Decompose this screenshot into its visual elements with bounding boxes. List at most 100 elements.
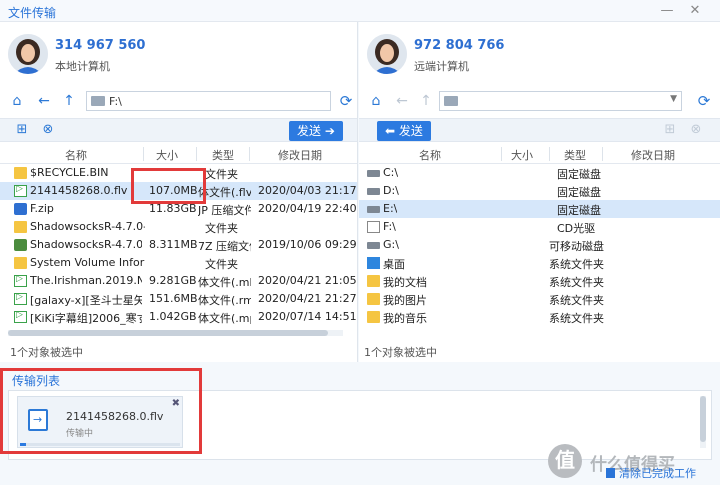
file-row-selected[interactable]: 2141458268.0.flv 107.0MB 体文件(.flv 2020/0… [0,182,357,200]
transfer-progress-bar [20,443,180,446]
file-row[interactable]: The.Irishman.2019.Net 9.281GB 体文件(.mk 20… [0,272,357,290]
back-arrow-icon[interactable]: ← [35,92,53,110]
local-file-list: $RECYCLE.BIN 文件夹 2141458268.0.flv 107.0M… [0,164,357,328]
col-date[interactable]: 修改日期 [631,147,675,163]
drive-row[interactable]: G:\ 可移动磁盘 [359,236,720,254]
scrollbar-thumb[interactable] [8,330,328,336]
folder-icon [367,275,380,287]
archive-icon [14,239,27,251]
drive-icon [367,188,380,195]
folder-icon [367,293,380,305]
col-size[interactable]: 大小 [511,147,533,163]
drive-icon [367,170,380,177]
zip-file-icon [14,203,27,215]
avatar [8,34,48,74]
delete-icon[interactable]: ⊗ [40,122,56,138]
col-type[interactable]: 类型 [212,147,234,163]
video-file-icon [14,185,27,197]
folder-icon [14,257,27,269]
file-row[interactable]: System Volume Inform 文件夹 [0,254,357,272]
video-file-icon [14,275,27,287]
folder-row[interactable]: 我的音乐 系统文件夹 [359,308,720,326]
clear-completed-label: 清除已完成工作 [619,467,696,480]
remote-file-list: C:\ 固定磁盘 D:\ 固定磁盘 E:\ 固定磁盘 F:\ CD光驱 G:\ … [359,164,720,328]
remote-path-select[interactable]: ▼ [439,91,682,111]
video-file-icon [14,311,27,323]
transfer-file-name: 2141458268.0.flv [66,410,164,423]
local-horizontal-scrollbar[interactable] [8,330,343,336]
home-icon[interactable]: ⌂ [8,92,26,110]
local-path-text: F:\ [109,95,122,108]
col-date[interactable]: 修改日期 [278,147,322,163]
send-back-button[interactable]: ⬅ 发送 [377,121,431,141]
file-row[interactable]: $RECYCLE.BIN 文件夹 [0,164,357,182]
col-type[interactable]: 类型 [564,147,586,163]
remote-column-header: 名称 大小 类型 修改日期 [359,144,720,164]
send-label: 发送 [297,124,322,138]
local-column-header: 名称 大小 类型 修改日期 [0,144,357,164]
file-row[interactable]: F.zip 11.83GB JP 压缩文件 2020/04/19 22:40 [0,200,357,218]
refresh-icon[interactable]: ⟳ [695,92,713,110]
avatar [367,34,407,74]
scrollbar-thumb[interactable] [700,396,706,442]
up-arrow-icon[interactable]: ↑ [417,92,435,110]
local-label: 本地计算机 [55,60,110,73]
remote-label: 远端计算机 [414,60,469,73]
back-arrow-icon[interactable]: ← [393,92,411,110]
local-toolbar: ⊞ ⊗ 发送 ➔ [0,118,357,142]
folder-icon [14,167,27,179]
remote-id: 972 804 766 [414,38,505,53]
close-icon[interactable]: ✖ [172,398,180,409]
minimize-button[interactable]: — [656,2,678,20]
drive-row[interactable]: F:\ CD光驱 [359,218,720,236]
folder-row[interactable]: 我的文档 系统文件夹 [359,272,720,290]
chevron-down-icon: ▼ [670,94,677,104]
transfer-vertical-scrollbar[interactable] [700,396,706,448]
folder-icon [91,96,105,106]
trash-icon [606,468,615,478]
close-button[interactable]: ✕ [684,2,706,20]
progress-fill [20,443,27,446]
removable-drive-icon [367,242,380,249]
transfer-file-icon [28,409,48,431]
home-icon[interactable]: ⌂ [367,92,385,110]
send-button[interactable]: 发送 ➔ [289,121,343,141]
col-name[interactable]: 名称 [65,147,87,163]
clear-completed-button[interactable]: 清除已完成工作 [606,465,696,481]
folder-icon [444,96,458,106]
local-pane: 314 967 560 本地计算机 ⌂ ← ↑ F:\ ⟳ ⊞ ⊗ 发送 ➔ 名… [0,22,358,362]
col-name[interactable]: 名称 [419,147,441,163]
remote-pane: 972 804 766 远端计算机 ⌂ ← ↑ ▼ ⟳ ⬅ 发送 ⊞ ⊗ 名称 … [359,22,720,362]
file-row[interactable]: [galaxy-x][圣斗士星矢第 151.6MB 体文件(.rm 2020/0… [0,290,357,308]
local-path-input[interactable]: F:\ [86,91,331,111]
new-folder-icon[interactable]: ⊞ [14,122,30,138]
file-row[interactable]: [KiKi字幕组]2006_寒ずの 1.042GB 体文件(.mp 2020/0… [0,308,357,326]
delete-icon[interactable]: ⊗ [688,122,704,138]
drive-icon [367,206,380,213]
new-folder-icon[interactable]: ⊞ [662,122,678,138]
drive-row[interactable]: D:\ 固定磁盘 [359,182,720,200]
drive-row-selected[interactable]: E:\ 固定磁盘 [359,200,720,218]
folder-icon [14,221,27,233]
file-row[interactable]: ShadowsocksR-4.7.0-w 8.311MB 7Z 压缩文件 201… [0,236,357,254]
remote-toolbar: ⬅ 发送 ⊞ ⊗ [359,118,720,142]
folder-icon [367,311,380,323]
folder-row[interactable]: 桌面 系统文件夹 [359,254,720,272]
cd-drive-icon [367,221,380,233]
folder-row[interactable]: 我的图片 系统文件夹 [359,290,720,308]
transfer-state: 传输中 [66,429,94,439]
send-label: 发送 [398,124,423,138]
title-bar: 文件传输 — ✕ [0,0,720,22]
col-size[interactable]: 大小 [156,147,178,163]
remote-nav-bar: ⌂ ← ↑ ▼ ⟳ [359,88,720,114]
desktop-icon [367,257,380,269]
local-id: 314 967 560 [55,38,146,53]
watermark-badge: 值 [548,444,582,478]
drive-row[interactable]: C:\ 固定磁盘 [359,164,720,182]
up-arrow-icon[interactable]: ↑ [60,92,78,110]
file-row[interactable]: ShadowsocksR-4.7.0-w 文件夹 [0,218,357,236]
transfer-item[interactable]: 2141458268.0.flv 传输中 ✖ [17,396,183,448]
local-nav-bar: ⌂ ← ↑ F:\ ⟳ [0,88,357,114]
remote-status: 1个对象被选中 [364,346,437,359]
refresh-icon[interactable]: ⟳ [337,92,355,110]
